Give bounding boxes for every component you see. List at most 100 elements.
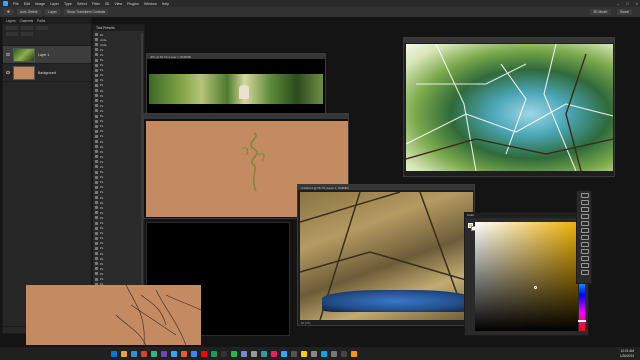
taskbar-app-icon[interactable] xyxy=(291,350,297,357)
share-button[interactable]: Share xyxy=(616,9,632,15)
taskbar-app-icon[interactable] xyxy=(271,350,277,357)
menu-plugins[interactable]: Plugins xyxy=(127,2,139,6)
taskbar-app-icon[interactable] xyxy=(321,350,327,357)
menu-image[interactable]: Image xyxy=(35,2,45,6)
menu-filter[interactable]: Filter xyxy=(92,2,100,6)
brush-preset-icon xyxy=(95,63,98,67)
layer-row[interactable]: Layer 1 xyxy=(3,46,91,64)
taskbar-app-icon[interactable] xyxy=(111,350,117,357)
taskbar-app-icon[interactable] xyxy=(161,350,167,357)
gradient-tool-icon[interactable] xyxy=(581,249,589,254)
opacity-field[interactable] xyxy=(36,26,48,30)
brush-tool-icon[interactable] xyxy=(581,235,589,240)
taskbar-app-icon[interactable] xyxy=(171,350,177,357)
document-tab-title[interactable]: Untitled-1 @ 66.7% (Layer 1, RGB/8#) xyxy=(298,185,474,190)
photoshop-logo-icon[interactable] xyxy=(3,1,8,6)
hand-tool-icon[interactable] xyxy=(581,263,589,268)
taskbar-app-icon[interactable] xyxy=(231,350,237,357)
menu-file[interactable]: File xyxy=(13,2,19,6)
blend-mode-dropdown[interactable] xyxy=(21,26,33,30)
brush-preset-icon xyxy=(95,190,98,194)
taskbar-app-icon[interactable] xyxy=(251,350,257,357)
taskbar-app-icon[interactable] xyxy=(181,350,187,357)
fill-field[interactable] xyxy=(21,32,33,36)
taskbar-app-icon[interactable] xyxy=(141,350,147,357)
eyedropper-tool-icon[interactable] xyxy=(581,228,589,233)
menu-select[interactable]: Select xyxy=(77,2,87,6)
magic-wand-tool-icon[interactable] xyxy=(581,214,589,219)
marquee-tool-icon[interactable] xyxy=(581,200,589,205)
taskbar-app-icon[interactable] xyxy=(311,350,317,357)
text-tool-icon[interactable] xyxy=(581,256,589,261)
taskbar-app-icon[interactable] xyxy=(121,350,127,357)
brush-preset-icon xyxy=(95,226,98,230)
figure-in-forest xyxy=(239,85,249,99)
show-transform-checkbox[interactable]: Show Transform Controls xyxy=(63,9,109,15)
menu-help[interactable]: Help xyxy=(162,2,169,6)
taskbar-app-icon[interactable] xyxy=(261,350,267,357)
tab-layers[interactable]: Layers xyxy=(6,19,16,23)
menu-edit[interactable]: Edit xyxy=(24,2,30,6)
taskbar-app-icon[interactable] xyxy=(341,350,347,357)
tool-preset-label: Ps xyxy=(100,159,104,164)
color-panel-title: Color xyxy=(465,213,588,218)
taskbar-app-icon[interactable] xyxy=(211,350,217,357)
taskbar-app-icon[interactable] xyxy=(221,350,227,357)
tool-preset-label: Ps xyxy=(100,195,104,200)
taskbar-app-icon[interactable] xyxy=(131,350,137,357)
menu-view[interactable]: View xyxy=(114,2,122,6)
tool-preset-label: Ps xyxy=(100,88,104,93)
lock-icons[interactable] xyxy=(6,32,18,36)
document-canvas[interactable] xyxy=(405,43,614,172)
tool-preset-label: Ps xyxy=(100,226,104,231)
eraser-tool-icon[interactable] xyxy=(581,242,589,247)
menu-type[interactable]: Type xyxy=(64,2,72,6)
taskbar-app-icon[interactable] xyxy=(201,350,207,357)
zoom-tool-icon[interactable] xyxy=(581,270,589,275)
auto-select-dropdown[interactable]: Layer xyxy=(45,9,60,15)
taskbar-app-icon[interactable] xyxy=(351,350,357,357)
saturation-value-field[interactable] xyxy=(475,222,578,331)
brush-preset-icon xyxy=(95,48,98,52)
document-window-river[interactable] xyxy=(403,37,615,177)
brush-preset-icon xyxy=(95,241,98,245)
auto-select-checkbox[interactable]: Auto-Select: xyxy=(16,9,42,15)
tool-preset-label: Ps xyxy=(100,215,104,220)
system-tray-clock[interactable]: 12:01 AM 1/26/2024 xyxy=(620,349,634,358)
tool-preset-label: Ps xyxy=(100,271,104,276)
tab-paths[interactable]: Paths xyxy=(37,19,45,23)
minimize-icon[interactable]: – xyxy=(617,1,619,6)
tab-channels[interactable]: Channels xyxy=(20,19,33,23)
taskbar-app-icon[interactable] xyxy=(301,350,307,357)
menu-window[interactable]: Window xyxy=(144,2,157,6)
taskbar-app-icon[interactable] xyxy=(191,350,197,357)
filter-kind-dropdown[interactable] xyxy=(6,26,18,30)
move-tool-icon[interactable]: ✥ xyxy=(4,9,13,15)
sketch-canvas[interactable] xyxy=(26,284,202,346)
close-icon[interactable]: × xyxy=(636,1,638,6)
menu-layer[interactable]: Layer xyxy=(50,2,59,6)
brush-preset-icon xyxy=(95,73,98,77)
eye-icon[interactable] xyxy=(6,71,10,74)
document-tab-title[interactable] xyxy=(404,38,614,43)
taskbar-app-icon[interactable] xyxy=(281,350,287,357)
hue-slider-handle[interactable] xyxy=(578,320,586,322)
menu-3d[interactable]: 3D xyxy=(105,2,110,6)
document-window-forest[interactable]: JPG @ 66.7% (Layer 1, RGB/8#) × xyxy=(146,53,326,117)
taskbar-app-icon[interactable] xyxy=(241,350,247,357)
crop-tool-icon[interactable] xyxy=(581,221,589,226)
layer-row[interactable]: Background xyxy=(3,64,91,82)
maximize-icon[interactable]: □ xyxy=(626,1,628,6)
taskbar-app-icon[interactable] xyxy=(151,350,157,357)
brush-preset-icon xyxy=(95,185,98,189)
color-cursor[interactable] xyxy=(534,286,537,289)
document-canvas[interactable] xyxy=(299,191,474,321)
document-canvas[interactable] xyxy=(147,59,325,117)
eye-icon[interactable] xyxy=(6,53,10,56)
document-window-tent[interactable]: Untitled-1 @ 66.7% (Layer 1, RGB/8#) 66.… xyxy=(297,184,475,326)
lasso-tool-icon[interactable] xyxy=(581,207,589,212)
move-tool-icon[interactable] xyxy=(581,193,589,198)
taskbar-app-icon[interactable] xyxy=(331,350,337,357)
document-tab-title[interactable] xyxy=(144,114,348,119)
tool-preset-label: Ps xyxy=(100,83,104,88)
